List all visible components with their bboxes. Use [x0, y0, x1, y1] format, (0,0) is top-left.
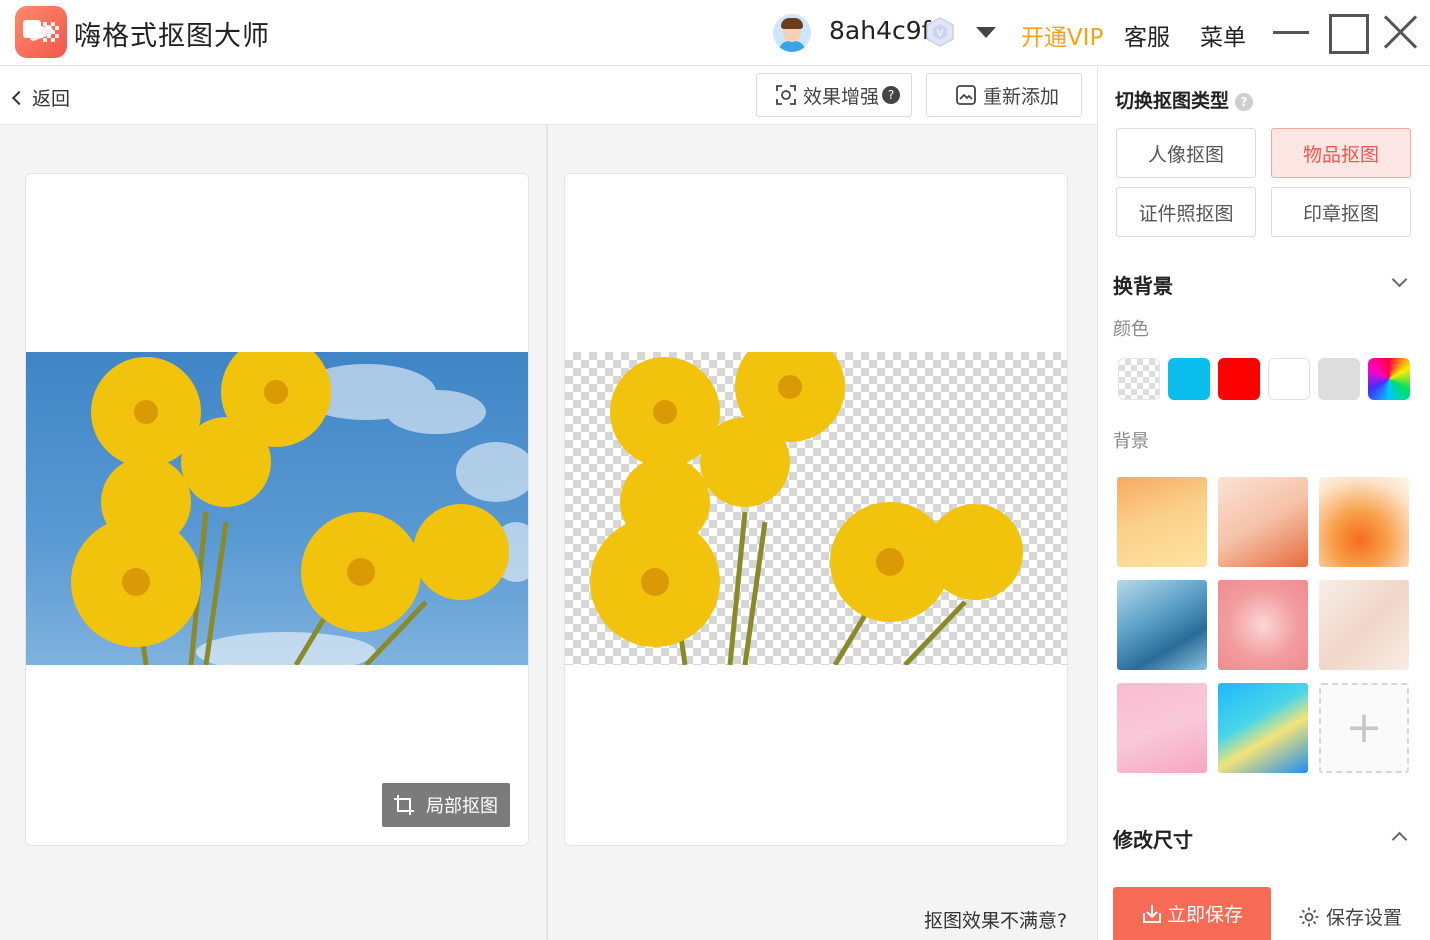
- chevron-left-icon: [11, 90, 27, 106]
- chevron-up-icon[interactable]: [1391, 831, 1408, 848]
- background-tile-pink-texture[interactable]: [1218, 580, 1308, 670]
- readd-label: 重新添加: [983, 85, 1060, 108]
- save-now-button[interactable]: 立即保存: [1113, 887, 1271, 940]
- color-red-swatch[interactable]: [1218, 358, 1260, 400]
- toolbar: 返回 效果增强 ? 重新添加: [0, 66, 1097, 125]
- type-portrait-button[interactable]: 人像抠图: [1116, 128, 1256, 178]
- title-bar: 嗨格式抠图大师 8ah4c9f V 开通VIP 客服 菜单: [0, 0, 1430, 66]
- menu-link[interactable]: 菜单: [1200, 18, 1246, 52]
- cutout-type-title: 切换抠图类型: [1115, 90, 1230, 112]
- minimize-icon[interactable]: [1271, 12, 1311, 52]
- crop-label: 局部抠图: [426, 796, 498, 817]
- back-button[interactable]: 返回: [11, 84, 71, 111]
- background-tile-cream-silk[interactable]: [1319, 580, 1409, 670]
- cutout-type-section: 切换抠图类型?: [1115, 86, 1254, 113]
- plus-icon: +: [1345, 702, 1383, 753]
- maximize-icon[interactable]: [1327, 12, 1369, 54]
- color-white-swatch[interactable]: [1268, 358, 1310, 400]
- change-background-title: 换背景: [1113, 274, 1173, 298]
- customer-service-link[interactable]: 客服: [1124, 18, 1170, 52]
- help-icon[interactable]: ?: [1235, 93, 1254, 111]
- type-seal-button[interactable]: 印章抠图: [1271, 187, 1411, 237]
- color-custom-swatch[interactable]: [1368, 358, 1410, 400]
- close-icon[interactable]: [1381, 12, 1421, 52]
- save-settings-label: 保存设置: [1326, 907, 1403, 929]
- background-label: 背景: [1113, 431, 1149, 452]
- background-tile-orange-gradient[interactable]: [1117, 477, 1207, 567]
- username[interactable]: 8ah4c9f: [829, 16, 930, 45]
- help-icon[interactable]: ?: [882, 86, 901, 104]
- background-tile-orange-glow[interactable]: [1319, 477, 1409, 567]
- color-gray-swatch[interactable]: [1318, 358, 1360, 400]
- result-photo: [565, 352, 1067, 665]
- save-now-label: 立即保存: [1166, 904, 1243, 926]
- crop-icon: [394, 795, 414, 815]
- result-image-panel: [564, 173, 1068, 846]
- back-label: 返回: [32, 88, 71, 110]
- background-tile-pink-soft[interactable]: [1117, 683, 1207, 773]
- color-transparent-swatch[interactable]: [1118, 358, 1160, 400]
- avatar[interactable]: [773, 14, 811, 52]
- original-photo: [26, 352, 528, 665]
- add-background-button[interactable]: +: [1319, 683, 1409, 773]
- enhance-icon: [776, 85, 796, 105]
- enhance-label: 效果增强: [803, 85, 880, 108]
- resize-title: 修改尺寸: [1113, 828, 1193, 852]
- save-settings-button[interactable]: 保存设置: [1298, 903, 1402, 930]
- background-tile-peach-leaves[interactable]: [1218, 477, 1308, 567]
- type-id-photo-button[interactable]: 证件照抠图: [1116, 187, 1256, 237]
- canvas-area: 局部抠图 抠图效果不满意?: [0, 125, 1097, 940]
- app-title: 嗨格式抠图大师: [74, 21, 270, 52]
- color-cyan-swatch[interactable]: [1168, 358, 1210, 400]
- readd-button[interactable]: 重新添加: [926, 73, 1082, 117]
- svg-text:V: V: [937, 28, 944, 39]
- right-sidebar: 切换抠图类型? 人像抠图 物品抠图 证件照抠图 印章抠图 换背景 颜色 背景 +…: [1097, 66, 1430, 940]
- unsatisfied-link[interactable]: 抠图效果不满意?: [924, 906, 1067, 933]
- app-logo-icon: [15, 6, 67, 58]
- gear-icon: [1299, 907, 1319, 926]
- type-object-button[interactable]: 物品抠图: [1271, 128, 1411, 178]
- download-icon: [1142, 904, 1161, 923]
- image-add-icon: [956, 85, 976, 105]
- vip-badge-icon: V: [926, 17, 954, 47]
- original-image-panel: 局部抠图: [25, 173, 529, 846]
- account-dropdown-icon[interactable]: [976, 27, 996, 38]
- enhance-button[interactable]: 效果增强 ?: [756, 73, 912, 117]
- open-vip-link[interactable]: 开通VIP: [1021, 18, 1103, 52]
- background-tile-blue-silk[interactable]: [1117, 580, 1207, 670]
- divider[interactable]: [546, 125, 548, 940]
- local-crop-button[interactable]: 局部抠图: [382, 783, 510, 827]
- chevron-down-icon[interactable]: [1391, 271, 1408, 288]
- color-label: 颜色: [1113, 319, 1149, 340]
- background-tile-blue-neon[interactable]: [1218, 683, 1308, 773]
